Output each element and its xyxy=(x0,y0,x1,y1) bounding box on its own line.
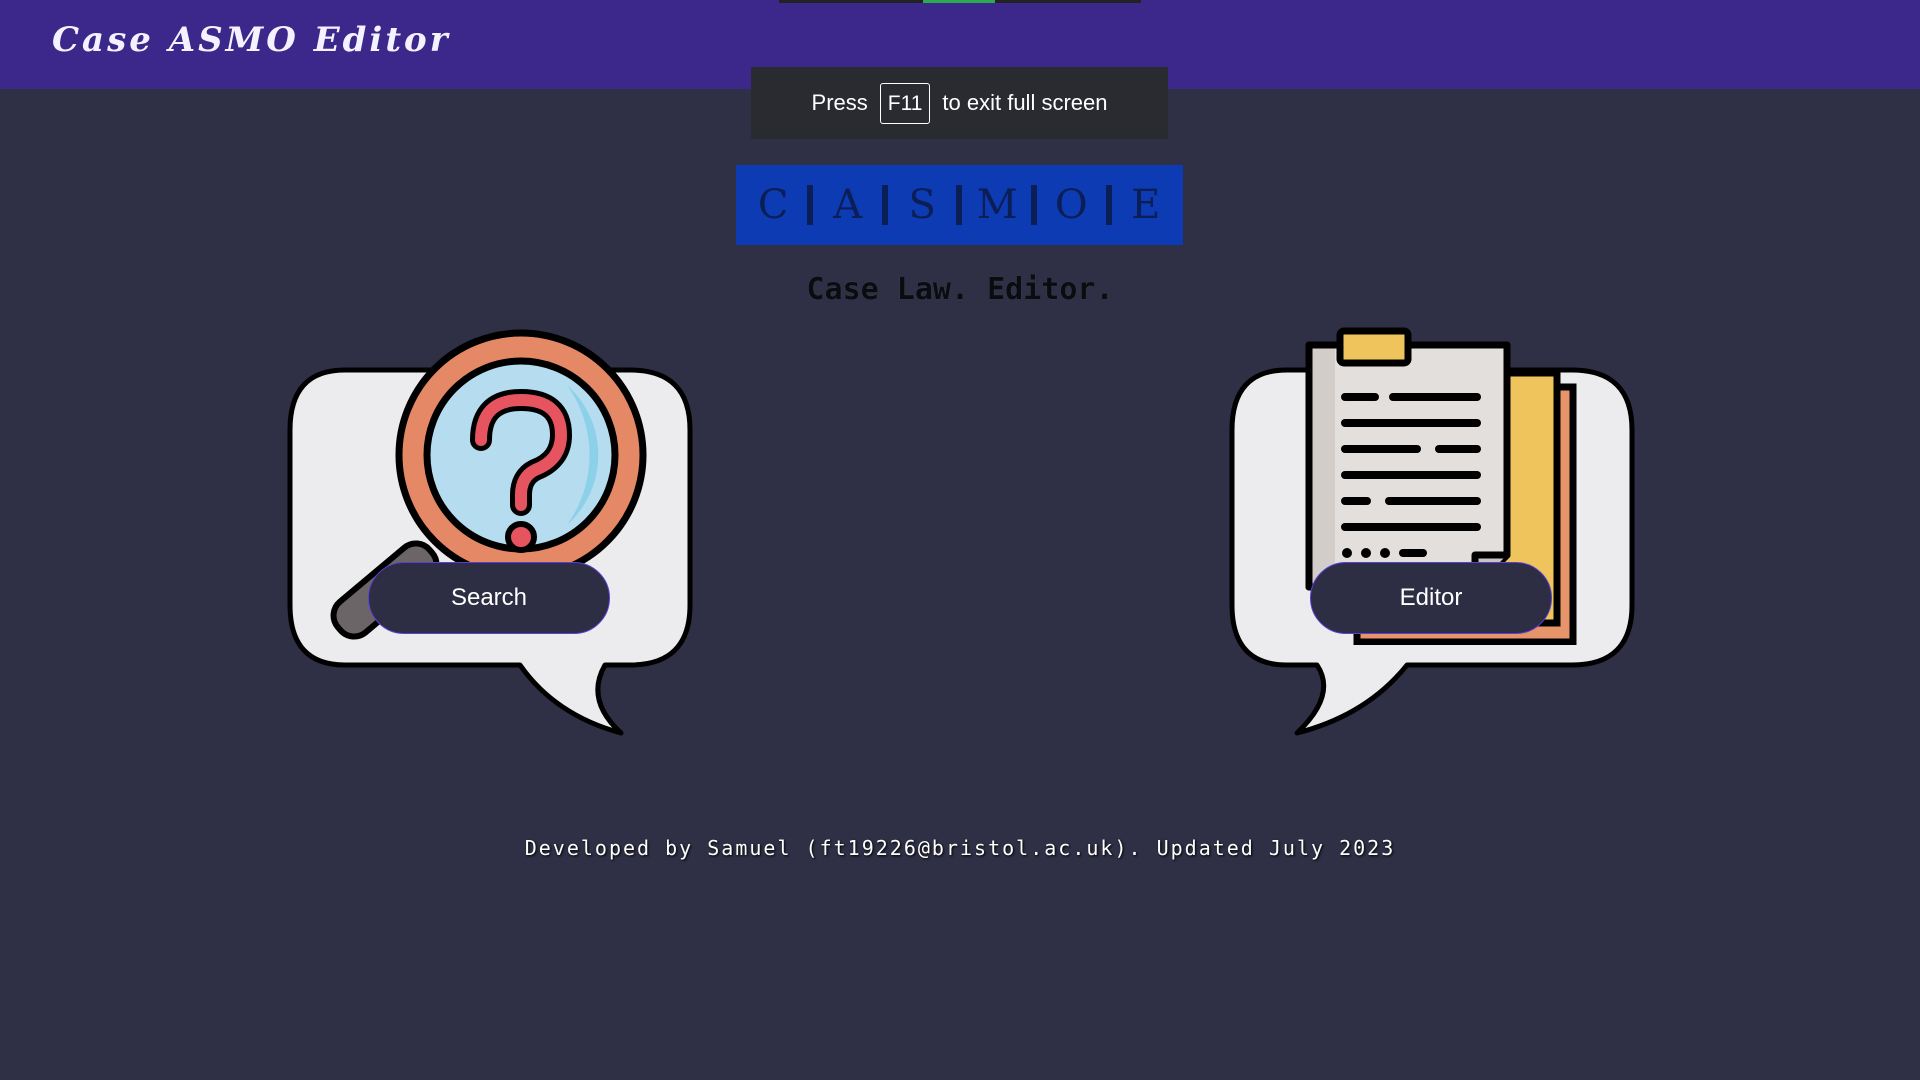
fullscreen-notice-prefix: Press xyxy=(811,90,868,115)
tagline: Case Law. Editor. xyxy=(806,272,1114,307)
fullscreen-key: F11 xyxy=(879,82,931,124)
logo-separator xyxy=(807,185,814,225)
logo-letter: C xyxy=(757,182,789,228)
logo-separator xyxy=(881,185,888,225)
logo-letter: A xyxy=(833,182,863,228)
search-button[interactable]: Search xyxy=(368,562,610,634)
fullscreen-top-tab-accent xyxy=(923,0,995,3)
app-title: Case ASMO Editor xyxy=(52,20,451,60)
logo-letter: E xyxy=(1131,182,1161,228)
logo-letter: S xyxy=(908,182,936,228)
logo-separator xyxy=(1030,185,1037,225)
search-card[interactable]: Search xyxy=(285,325,705,775)
fullscreen-notice: Press F11 to exit full screen xyxy=(751,67,1168,139)
logo-separator xyxy=(1105,185,1112,225)
casmoe-logo: C A S M O E xyxy=(736,165,1183,245)
logo-separator xyxy=(956,185,963,225)
editor-card[interactable]: Editor xyxy=(1227,325,1647,775)
footer-credits: Developed by Samuel (ft19226@bristol.ac.… xyxy=(524,836,1396,860)
logo-letter: M xyxy=(976,182,1018,228)
logo-letter: O xyxy=(1054,182,1088,228)
editor-button[interactable]: Editor xyxy=(1310,562,1552,634)
fullscreen-notice-suffix: to exit full screen xyxy=(942,90,1108,115)
